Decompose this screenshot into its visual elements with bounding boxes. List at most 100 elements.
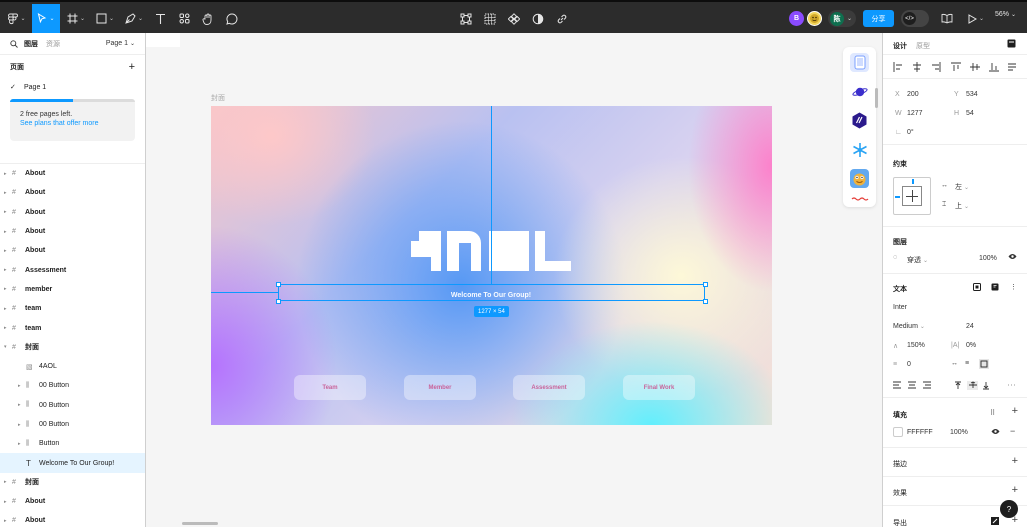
expand-arrow-icon[interactable]: ▸ [4,325,7,331]
text-style-icon[interactable] [973,283,981,293]
text-align-icons[interactable] [893,381,1018,390]
expand-arrow-icon[interactable]: ▸ [4,248,7,254]
layer-row[interactable]: ▾ # 封面 [0,338,145,357]
layer-row[interactable]: ▸ # team [0,318,145,337]
expand-arrow-icon[interactable]: ▸ [4,229,7,235]
fill-swatch[interactable] [893,427,903,437]
resize-handle-ne[interactable] [703,282,708,287]
dev-mode-toggle[interactable]: </> [901,10,929,27]
resize-handle-nw[interactable] [276,282,281,287]
eye-icon[interactable] [1008,253,1017,262]
fill-visibility-icon[interactable] [991,428,1000,437]
page-selector[interactable]: Page 1 ⌄ [106,40,135,47]
layer-row[interactable]: ▸ # About [0,511,145,527]
export-preset-icon[interactable] [991,517,999,527]
layer-row[interactable]: ▸ # About [0,203,145,222]
plugin-icon-snowflake[interactable] [850,140,869,159]
plugin-icon-wave[interactable] [850,194,869,204]
plugin-icon-frog[interactable] [850,169,869,188]
fixed-size-icon[interactable] [979,359,989,371]
promo-link[interactable]: See plans that offer more [20,120,125,127]
user-menu-button[interactable]: 陈 ⌄ [828,10,856,27]
add-fill-icon[interactable]: + [1012,405,1018,417]
tab-assets[interactable]: 资源 [46,39,60,49]
present-button[interactable]: ⌄ [965,4,987,33]
expand-arrow-icon[interactable]: ▸ [4,286,7,292]
layer-row[interactable]: ▸ # About [0,164,145,183]
add-page-icon[interactable]: + [129,61,135,73]
rotation-input[interactable]: 0° [907,129,914,136]
resources-tool-button[interactable] [175,4,193,33]
panel-settings-icon[interactable] [1007,39,1016,50]
canvas[interactable]: 封面 Welcome To Our Group! Team Member Ass… [146,33,882,527]
search-icon[interactable] [10,39,18,48]
help-button[interactable]: ? [1000,500,1018,518]
y-input[interactable]: 534 [966,91,978,98]
letter-spacing-input[interactable]: 0% [966,342,976,349]
text-settings-icon[interactable] [991,283,999,293]
expand-arrow-icon[interactable]: ▸ [4,267,7,273]
avatar-b[interactable]: B [789,11,804,26]
layer-row[interactable]: ▸ # member [0,280,145,299]
layer-row[interactable]: ▸ # Assessment [0,260,145,279]
vertical-constraint-select[interactable]: 上 ⌄ [955,201,969,211]
layer-opacity-input[interactable]: 100% [979,255,997,262]
expand-arrow-icon[interactable]: ▸ [4,190,7,196]
transform-tool-button[interactable] [458,4,474,33]
auto-height-icon[interactable]: ≡ [965,360,969,367]
layer-row[interactable]: ▸ ⫼ 00 Button [0,376,145,395]
layer-row[interactable]: ▸ # 封面 [0,473,145,492]
text-tool-button[interactable] [150,4,170,33]
plugin-icon-hexagon[interactable] [850,111,869,130]
layer-row[interactable]: ▸ # About [0,241,145,260]
paragraph-spacing-input[interactable]: 0 [907,361,911,368]
pen-tool-button[interactable]: ⌄ [121,4,147,33]
layer-row[interactable]: ▧ 4AOL [0,357,145,376]
expand-arrow-icon[interactable]: ▸ [4,209,7,215]
contrast-tool-button[interactable] [530,4,546,33]
layer-row[interactable]: ▸ # About [0,222,145,241]
fill-opacity-input[interactable]: 100% [950,429,968,436]
font-family-select[interactable]: Inter [893,304,907,311]
layer-row[interactable]: ▸ # About [0,183,145,202]
x-input[interactable]: 200 [907,91,919,98]
logo-4aol[interactable] [411,231,573,271]
add-stroke-icon[interactable]: + [1012,455,1018,467]
add-effect-icon[interactable]: + [1012,484,1018,496]
layer-row[interactable]: ▸ # About [0,492,145,511]
auto-width-icon[interactable]: ↔ [951,360,958,367]
plugin-icon-planet[interactable] [850,82,869,101]
final-work-button[interactable]: Final Work [623,375,695,400]
expand-arrow-icon[interactable]: ▸ [4,171,7,177]
font-weight-select[interactable]: Medium ⌄ [893,323,925,330]
library-button[interactable] [938,4,956,33]
layer-row[interactable]: ▸ ⫼ 00 Button [0,396,145,415]
main-menu-button[interactable]: ⌄ [4,4,30,33]
blend-mode-select[interactable]: 穿透 ⌄ [907,255,928,265]
expand-arrow-icon[interactable]: ▸ [18,441,21,447]
plugin-icon-phone[interactable] [850,53,869,72]
line-height-input[interactable]: 150% [907,342,925,349]
tab-design[interactable]: 设计 [893,41,907,51]
collapse-arrow-icon[interactable]: ▾ [4,344,7,350]
zoom-level[interactable]: 56% ⌄ [995,11,1016,18]
w-input[interactable]: 1277 [907,110,923,117]
font-size-input[interactable]: 24 [966,323,974,330]
layer-row[interactable]: T Welcome To Our Group! [0,453,145,473]
tab-prototype[interactable]: 原型 [916,41,930,51]
avatar-emoji[interactable] [807,11,822,26]
grid-tool-button[interactable] [482,4,498,33]
move-tool-button[interactable]: ⌄ [32,4,60,33]
expand-arrow-icon[interactable]: ▸ [4,499,7,505]
frame-label[interactable]: 封面 [211,93,225,103]
member-button[interactable]: Member [404,375,476,400]
expand-arrow-icon[interactable]: ▸ [4,518,7,524]
shape-tool-button[interactable]: ⌄ [92,4,118,33]
layer-row[interactable]: ▸ ⫼ 00 Button [0,415,145,434]
fill-hex-input[interactable]: FFFFFF [907,429,933,436]
tab-layers[interactable]: 图层 [24,39,38,49]
component-tool-button[interactable] [506,4,522,33]
selection-box[interactable] [278,284,705,301]
page-item-page-1[interactable]: ✓ Page 1 [0,79,145,95]
more-icon[interactable]: ⋮ [1010,283,1017,291]
